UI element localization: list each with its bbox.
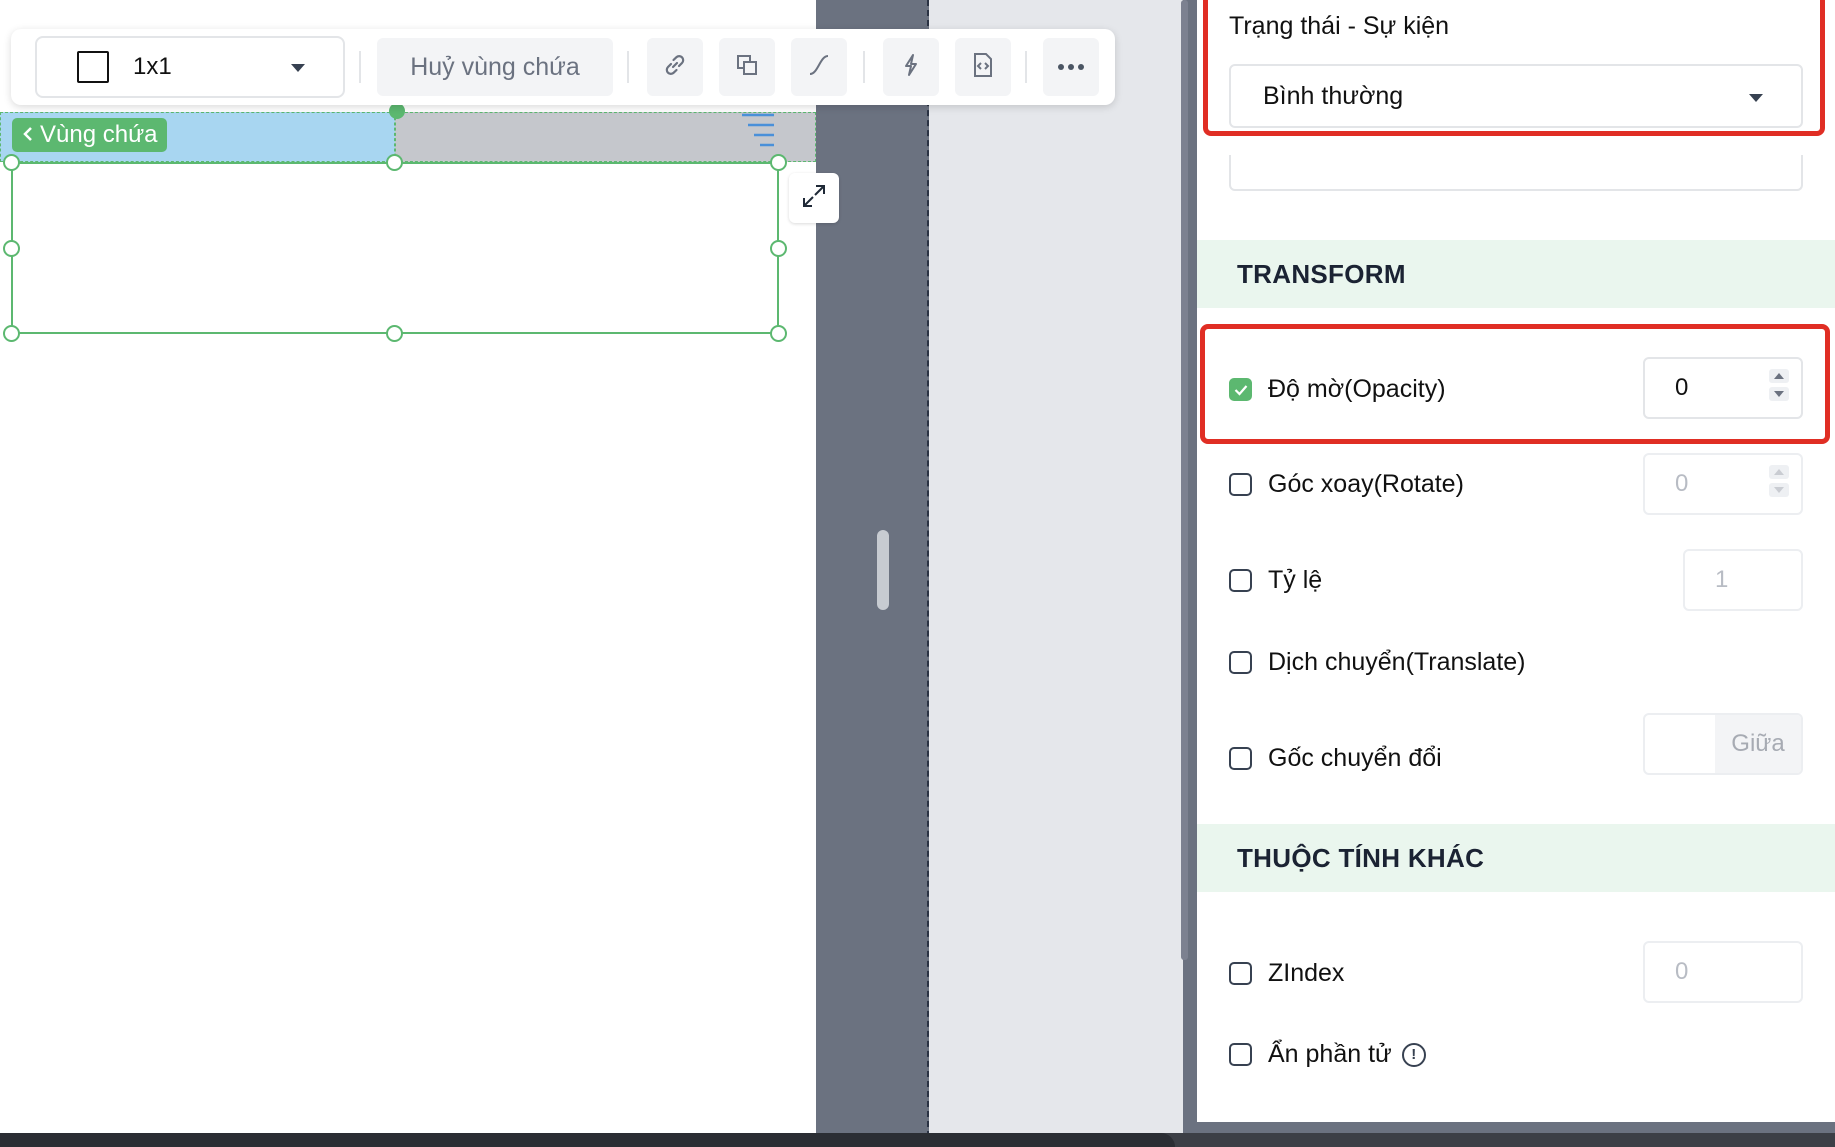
chevron-down-icon <box>291 64 305 72</box>
rotate-checkbox[interactable] <box>1229 473 1252 496</box>
duplicate-icon <box>734 52 760 83</box>
translate-checkbox[interactable] <box>1229 651 1252 674</box>
highlight-box-opacity <box>1200 324 1830 444</box>
rotate-label: Góc xoay(Rotate) <box>1268 470 1464 498</box>
hide-element-checkbox[interactable] <box>1229 1043 1252 1066</box>
link-button[interactable] <box>647 38 703 96</box>
scale-input[interactable]: 1 <box>1683 549 1803 611</box>
curve-icon <box>806 52 832 83</box>
taskbar-dock <box>0 1133 1175 1147</box>
rotate-row: Góc xoay(Rotate) <box>1229 470 1464 499</box>
square-icon <box>77 51 109 83</box>
resize-handle-bottom[interactable] <box>386 325 403 342</box>
element-toolbar: 1x1 Huỷ vùng chứa <box>11 29 1115 105</box>
duplicate-button[interactable] <box>719 38 775 96</box>
move-handle[interactable] <box>389 103 405 119</box>
size-select-value: 1x1 <box>133 53 172 80</box>
toolbar-divider <box>863 51 865 83</box>
resize-handle-right[interactable] <box>770 240 787 257</box>
origin-value-field[interactable] <box>1645 715 1715 773</box>
section-other-properties: THUỘC TÍNH KHÁC <box>1197 824 1835 892</box>
zindex-row: ZIndex <box>1229 959 1344 988</box>
expand-button[interactable] <box>789 173 839 223</box>
resize-handle-top-left[interactable] <box>3 154 20 171</box>
zindex-label: ZIndex <box>1268 959 1345 987</box>
link-icon <box>661 51 689 84</box>
chevron-left-icon <box>22 121 34 149</box>
toolbar-divider <box>627 51 629 83</box>
origin-row: Gốc chuyển đổi <box>1229 744 1442 773</box>
resize-handle-top-right[interactable] <box>770 154 787 171</box>
container-tag-label: Vùng chứa <box>40 121 158 148</box>
size-select[interactable]: 1x1 <box>35 36 345 98</box>
highlight-box-state <box>1203 0 1825 136</box>
translate-label: Dịch chuyển(Translate) <box>1268 648 1526 676</box>
hidden-field-edge <box>1229 155 1803 191</box>
code-button[interactable] <box>955 38 1011 96</box>
spin-down-icon[interactable] <box>1769 483 1789 497</box>
selected-element[interactable] <box>11 162 779 334</box>
origin-input[interactable]: Giữa <box>1643 713 1803 775</box>
spin-up-icon[interactable] <box>1769 465 1789 479</box>
expand-icon <box>800 182 828 215</box>
scale-value: 1 <box>1715 566 1729 593</box>
scale-checkbox[interactable] <box>1229 569 1252 592</box>
scale-row: Tỷ lệ <box>1229 566 1322 595</box>
origin-checkbox[interactable] <box>1229 747 1252 770</box>
lightning-icon <box>898 52 924 83</box>
zindex-checkbox[interactable] <box>1229 962 1252 985</box>
toolbar-divider <box>359 51 361 83</box>
rotate-stepper[interactable] <box>1769 465 1789 497</box>
rotate-value: 0 <box>1675 470 1689 497</box>
resize-handle-bottom-right[interactable] <box>770 325 787 342</box>
panel-scrollbar[interactable] <box>1181 0 1188 960</box>
hide-element-label: Ẩn phần tử <box>1268 1040 1392 1068</box>
workspace-background <box>929 0 1183 1147</box>
more-button[interactable] <box>1043 38 1099 96</box>
scale-label: Tỷ lệ <box>1268 566 1323 594</box>
rotate-input[interactable]: 0 <box>1643 453 1803 515</box>
container-tag-button[interactable]: Vùng chứa <box>12 118 168 152</box>
more-icon <box>1057 58 1085 76</box>
resize-handle-top[interactable] <box>386 154 403 171</box>
hide-element-row: Ẩn phần tử ! <box>1229 1040 1426 1069</box>
section-transform: TRANSFORM <box>1197 240 1835 308</box>
toolbar-divider <box>1025 51 1027 83</box>
action-button[interactable] <box>883 38 939 96</box>
translate-row: Dịch chuyển(Translate) <box>1229 648 1526 677</box>
cancel-container-button[interactable]: Huỷ vùng chứa <box>377 38 613 96</box>
code-file-icon <box>970 51 996 84</box>
origin-suffix: Giữa <box>1715 715 1801 773</box>
resize-handle-left[interactable] <box>3 240 20 257</box>
info-icon[interactable]: ! <box>1401 1042 1426 1067</box>
zindex-value: 0 <box>1675 958 1689 985</box>
resize-handle-bottom-left[interactable] <box>3 325 20 342</box>
align-lines-icon[interactable] <box>740 112 776 148</box>
origin-label: Gốc chuyển đổi <box>1268 744 1442 772</box>
canvas-scrollbar[interactable] <box>877 530 889 610</box>
zindex-input[interactable]: 0 <box>1643 941 1803 1003</box>
easing-button[interactable] <box>791 38 847 96</box>
